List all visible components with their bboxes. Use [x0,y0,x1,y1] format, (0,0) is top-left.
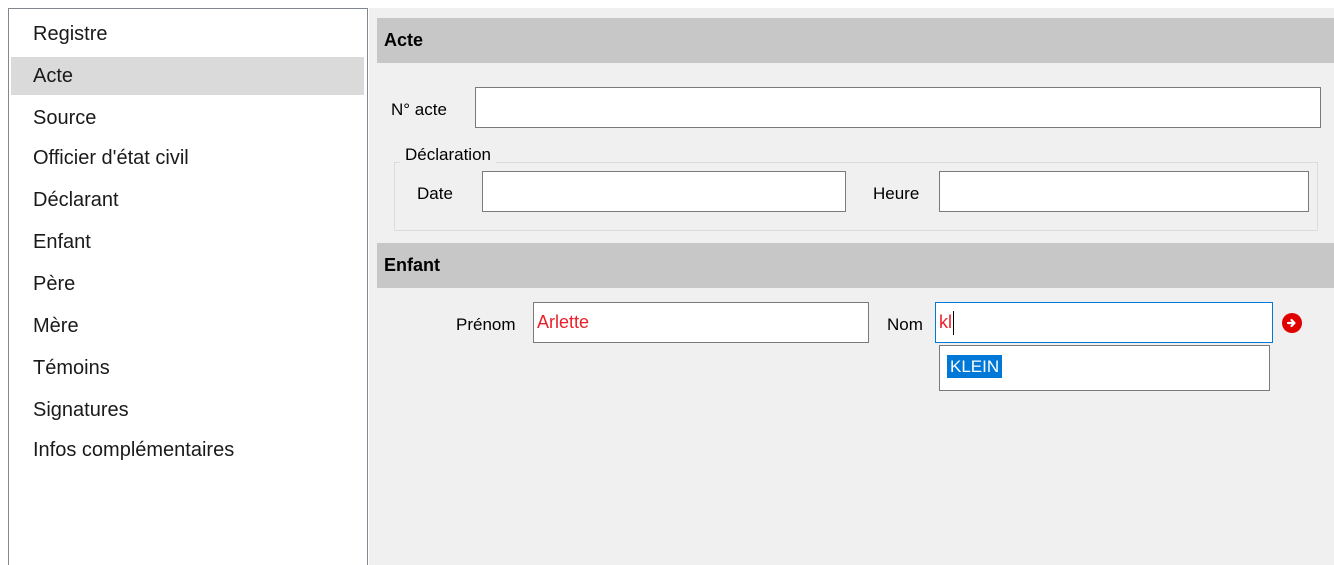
sidebar-item-enfant[interactable]: Enfant [11,223,364,261]
sidebar-item-acte[interactable]: Acte [11,57,364,95]
section-header-acte: Acte [377,18,1334,63]
declaration-heure-input[interactable] [939,171,1309,212]
declaration-heure-label: Heure [873,184,920,203]
arrow-right-circle-icon[interactable] [1282,313,1302,333]
sidebar-item-pere[interactable]: Père [11,265,364,303]
sidebar-item-temoins[interactable]: Témoins [11,349,364,387]
sidebar-item-infos[interactable]: Infos complémentaires [11,431,364,469]
numero-acte-label: N° acte [391,100,447,119]
declaration-date-input[interactable] [482,171,846,212]
prenom-label: Prénom [456,315,516,334]
sidebar-item-mere[interactable]: Mère [11,307,364,345]
sidebar-item-declarant[interactable]: Déclarant [11,181,364,219]
numero-acte-input[interactable] [475,87,1321,128]
section-header-enfant: Enfant [377,243,1334,288]
prenom-input[interactable]: Arlette [533,302,869,343]
form-panel: Acte N° acte Déclaration Date Heure Enfa… [377,8,1334,565]
autocomplete-option[interactable]: KLEIN [947,355,1003,378]
declaration-group-title: Déclaration [400,144,496,166]
nom-label: Nom [887,315,923,334]
arrow-right-glyph [1286,318,1296,328]
sidebar-item-officier[interactable]: Officier d'état civil [11,139,364,177]
sidebar-item-source[interactable]: Source [11,99,364,137]
declaration-date-label: Date [417,184,453,203]
nom-input-value: kl [939,312,952,332]
sidebar-item-registre[interactable]: Registre [11,15,364,53]
nom-input[interactable]: kl [935,302,1273,343]
section-list[interactable]: Registre Acte Source Officier d'état civ… [8,8,368,565]
text-caret [953,311,954,336]
sidebar-item-signatures[interactable]: Signatures [11,391,364,429]
panel-splitter[interactable] [369,8,377,565]
autocomplete-dropdown[interactable]: KLEIN [939,345,1270,391]
